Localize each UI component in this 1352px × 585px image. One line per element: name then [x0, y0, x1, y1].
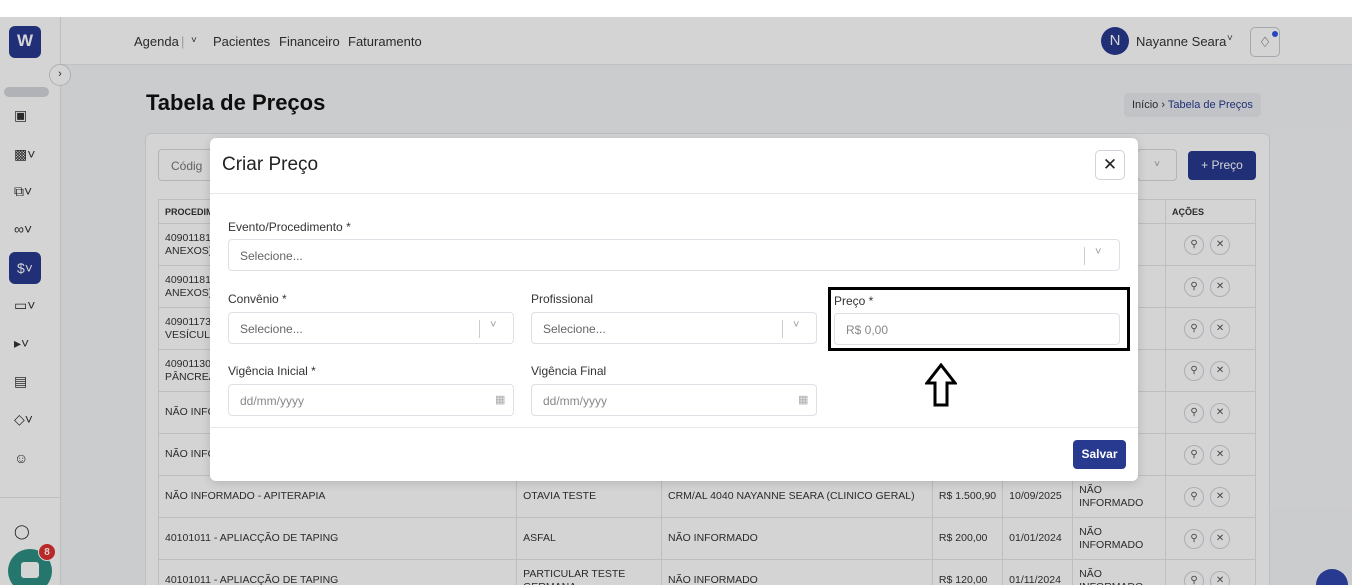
close-icon[interactable]: ✕: [1095, 150, 1125, 180]
modal-header-divider: [210, 193, 1138, 194]
chevron-down-icon[interactable]: ˅: [1095, 246, 1101, 258]
vigencia-inicial-input[interactable]: dd/mm/yyyy ▦: [228, 384, 514, 416]
vigencia-final-input[interactable]: dd/mm/yyyy ▦: [531, 384, 817, 416]
profissional-placeholder: Selecione...: [543, 322, 606, 336]
calendar-icon[interactable]: ▦: [495, 393, 505, 406]
evento-placeholder: Selecione...: [240, 249, 303, 263]
convenio-select[interactable]: Selecione... ˅: [228, 312, 514, 344]
vigencia-final-placeholder: dd/mm/yyyy: [543, 394, 608, 408]
calendar-icon[interactable]: ▦: [798, 393, 808, 406]
up-arrow-icon: [925, 363, 957, 407]
chevron-down-icon[interactable]: ˅: [490, 319, 496, 331]
vigencia-inicial-label: Vigência Inicial *: [228, 364, 316, 378]
modal-title: Criar Preço: [222, 154, 319, 175]
select-separator: [479, 320, 480, 338]
select-separator: [782, 320, 783, 338]
highlight-frame: [828, 287, 1130, 351]
profissional-label: Profissional: [531, 292, 594, 306]
evento-select[interactable]: Selecione... ˅: [228, 239, 1120, 271]
evento-label: Evento/Procedimento *: [228, 220, 351, 234]
vigencia-final-label: Vigência Final: [531, 364, 607, 378]
save-button[interactable]: Salvar: [1073, 440, 1126, 469]
convenio-placeholder: Selecione...: [240, 322, 303, 336]
chevron-down-icon[interactable]: ˅: [793, 319, 799, 331]
convenio-label: Convênio *: [228, 292, 287, 306]
modal-footer-divider: [210, 427, 1138, 428]
vigencia-inicial-placeholder: dd/mm/yyyy: [240, 394, 305, 408]
profissional-select[interactable]: Selecione... ˅: [531, 312, 817, 344]
app-page: W ▣ ▩˅ ⧉˅ ∞˅ $˅ ▭˅ ▸˅ ▤ ◇˅ ☺ ◯ › 8 Agend…: [0, 17, 1352, 585]
select-separator: [1084, 247, 1085, 265]
